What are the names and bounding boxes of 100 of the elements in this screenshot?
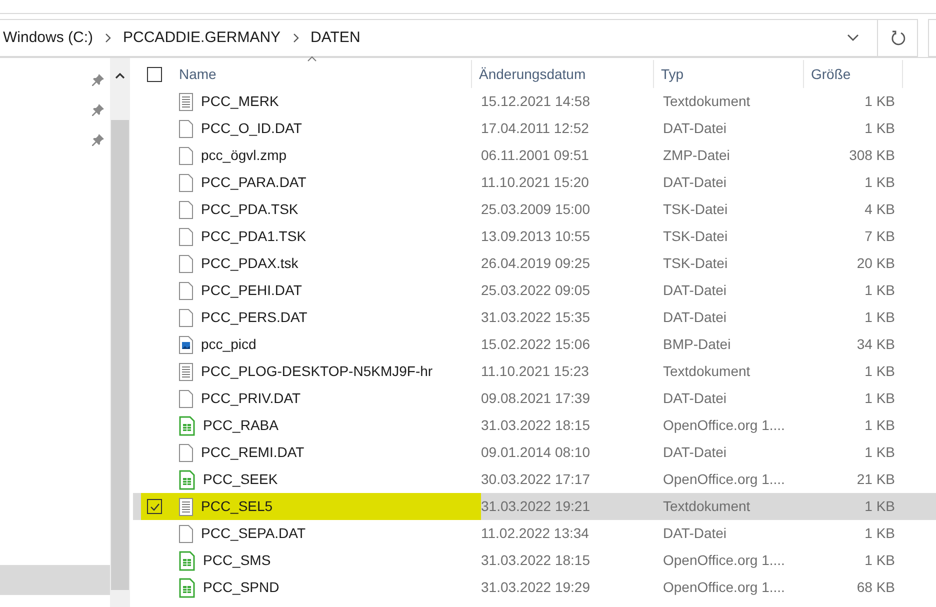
file-type: DAT-Datei bbox=[662, 524, 728, 543]
file-date: 09.01.2014 08:10 bbox=[481, 443, 591, 462]
file-date: 31.03.2022 15:35 bbox=[481, 308, 591, 327]
breadcrumb-item[interactable]: DATEN bbox=[310, 26, 360, 50]
file-row[interactable]: PCC_SMS 31.03.2022 18:15 OpenOffice.org 1.... 1 KB bbox=[133, 547, 936, 574]
file-row[interactable]: PCC_SPND 31.03.2022 19:29 OpenOffice.org 1.... 68 KB bbox=[133, 574, 936, 601]
file-row[interactable]: PCC_O_ID.DAT 17.04.2011 12:52 DAT-Datei 1 KB bbox=[133, 115, 936, 142]
file-row[interactable]: PCC_SEEK 30.03.2022 17:17 OpenOffice.org 1.... 21 KB bbox=[133, 466, 936, 493]
file-name: PCC_PARA.DAT bbox=[201, 173, 306, 192]
file-date: 31.03.2022 18:15 bbox=[481, 416, 591, 435]
pin-icon[interactable] bbox=[92, 104, 104, 116]
file-size: 1 KB bbox=[864, 308, 895, 327]
row-checkbox[interactable] bbox=[147, 499, 162, 514]
file-type: Textdokument bbox=[662, 362, 752, 381]
file-date: 25.03.2009 15:00 bbox=[481, 200, 591, 219]
file-row[interactable]: PCC_PEHI.DAT 25.03.2022 09:05 DAT-Datei 1 KB bbox=[133, 277, 936, 304]
file-size: 20 KB bbox=[856, 254, 895, 273]
file-size: 1 KB bbox=[864, 524, 895, 543]
file-name: PCC_SPND bbox=[203, 578, 280, 597]
spreadsheet-file-icon bbox=[179, 416, 195, 436]
file-date: 31.03.2022 19:29 bbox=[481, 578, 591, 597]
file-name: PCC_REMI.DAT bbox=[201, 443, 304, 462]
file-row[interactable]: PCC_PDA1.TSK 13.09.2013 10:55 TSK-Datei 7 KB bbox=[133, 223, 936, 250]
file-date: 31.03.2022 18:15 bbox=[481, 551, 591, 570]
file-row[interactable]: PCC_REMI.DAT 09.01.2014 08:10 DAT-Datei 1 KB bbox=[133, 439, 936, 466]
file-type: Textdokument bbox=[662, 92, 752, 111]
file-icon bbox=[179, 254, 193, 272]
file-name: PCC_RABA bbox=[203, 416, 278, 435]
file-size: 1 KB bbox=[864, 389, 895, 408]
sort-caret-icon[interactable] bbox=[307, 56, 317, 62]
file-name: PCC_SEEK bbox=[203, 470, 278, 489]
file-date: 11.10.2021 15:20 bbox=[481, 173, 590, 192]
file-size: 4 KB bbox=[864, 200, 895, 219]
file-icon bbox=[179, 146, 193, 164]
file-name: PCC_PDA1.TSK bbox=[201, 227, 306, 246]
file-type: DAT-Datei bbox=[662, 281, 728, 300]
file-name: PCC_O_ID.DAT bbox=[201, 119, 302, 138]
file-name: PCC_SMS bbox=[203, 551, 271, 570]
file-type: DAT-Datei bbox=[662, 119, 728, 138]
file-name: PCC_PDAX.tsk bbox=[201, 254, 298, 273]
text-file-icon bbox=[179, 92, 193, 110]
file-size: 1 KB bbox=[864, 281, 895, 300]
spreadsheet-file-icon bbox=[179, 470, 195, 490]
pin-icon[interactable] bbox=[92, 134, 104, 146]
file-date: 15.02.2022 15:06 bbox=[481, 335, 591, 354]
file-icon bbox=[179, 524, 193, 542]
file-name: PCC_PRIV.DAT bbox=[201, 389, 301, 408]
file-date: 25.03.2022 09:05 bbox=[481, 281, 591, 300]
file-type: Textdokument bbox=[662, 497, 752, 516]
file-row[interactable]: PCC_PDA.TSK 25.03.2009 15:00 TSK-Datei 4 KB bbox=[133, 196, 936, 223]
breadcrumb-item[interactable]: PCCADDIE.GERMANY bbox=[123, 26, 281, 50]
file-size: 1 KB bbox=[864, 92, 895, 111]
file-row[interactable]: PCC_PDAX.tsk 26.04.2019 09:25 TSK-Datei 20 KB bbox=[133, 250, 936, 277]
file-row[interactable]: pcc_picd 15.02.2022 15:06 BMP-Datei 34 KB bbox=[133, 331, 936, 358]
file-row[interactable]: PCC_SEL5 31.03.2022 19:21 Textdokument 1 KB bbox=[133, 493, 936, 520]
column-header[interactable]: Typ bbox=[661, 64, 684, 84]
file-row[interactable]: PCC_PARA.DAT 11.10.2021 15:20 DAT-Datei 1 KB bbox=[133, 169, 936, 196]
file-size: 308 KB bbox=[848, 146, 895, 165]
file-type: DAT-Datei bbox=[662, 389, 728, 408]
file-date: 09.08.2021 17:39 bbox=[481, 389, 591, 408]
file-icon bbox=[179, 174, 193, 192]
column-header[interactable]: Änderungsdatum bbox=[479, 64, 586, 84]
image-file-icon bbox=[179, 336, 193, 354]
file-row[interactable]: PCC_SEPA.DAT 11.02.2022 13:34 DAT-Datei 1 KB bbox=[133, 520, 936, 547]
text-file-icon bbox=[179, 498, 193, 516]
file-date: 13.09.2013 10:55 bbox=[481, 227, 591, 246]
column-header[interactable]: Name bbox=[179, 64, 216, 84]
pin-icon[interactable] bbox=[92, 74, 104, 86]
file-type: OpenOffice.org 1.... bbox=[662, 551, 786, 570]
file-icon bbox=[179, 228, 193, 246]
file-type: TSK-Datei bbox=[662, 200, 729, 219]
file-row[interactable]: PCC_RABA 31.03.2022 18:15 OpenOffice.org 1.... 1 KB bbox=[133, 412, 936, 439]
file-icon bbox=[179, 120, 193, 138]
scrollbar-thumb[interactable] bbox=[111, 120, 129, 590]
column-header[interactable]: Größe bbox=[811, 64, 851, 84]
file-name: PCC_SEPA.DAT bbox=[201, 524, 306, 543]
file-date: 26.04.2019 09:25 bbox=[481, 254, 591, 273]
refresh-icon bbox=[890, 30, 906, 46]
file-type: OpenOffice.org 1.... bbox=[662, 470, 786, 489]
file-size: 68 KB bbox=[856, 578, 895, 597]
file-name: PCC_PEHI.DAT bbox=[201, 281, 302, 300]
file-row[interactable]: PCC_PLOG-DESKTOP-N5KMJ9F-hr 11.10.2021 15:23 Textdokument 1 KB bbox=[133, 358, 936, 385]
scrollbar[interactable] bbox=[110, 58, 130, 607]
file-icon bbox=[179, 308, 193, 326]
file-size: 1 KB bbox=[864, 497, 895, 516]
spreadsheet-file-icon bbox=[179, 578, 195, 598]
file-type: DAT-Datei bbox=[662, 173, 728, 192]
file-date: 30.03.2022 17:17 bbox=[481, 470, 591, 489]
select-all-checkbox[interactable] bbox=[147, 66, 162, 82]
file-name: PCC_PDA.TSK bbox=[201, 200, 298, 219]
address-bar[interactable]: Windows (C:) PCCADDIE.GERMANY DATEN bbox=[0, 19, 918, 57]
dropdown-chevron-icon[interactable] bbox=[847, 34, 859, 42]
breadcrumb-item[interactable]: Windows (C:) bbox=[3, 26, 94, 50]
file-name: PCC_PERS.DAT bbox=[201, 308, 308, 327]
file-type: ZMP-Datei bbox=[662, 146, 731, 165]
file-row[interactable]: PCC_PERS.DAT 31.03.2022 15:35 DAT-Datei 1 KB bbox=[133, 304, 936, 331]
scroll-up-icon[interactable] bbox=[115, 72, 125, 80]
file-row[interactable]: PCC_PRIV.DAT 09.08.2021 17:39 DAT-Datei 1 KB bbox=[133, 385, 936, 412]
file-row[interactable]: pcc_ögvl.zmp 06.11.2001 09:51 ZMP-Datei 308 KB bbox=[133, 142, 936, 169]
file-row[interactable]: PCC_MERK 15.12.2021 14:58 Textdokument 1 KB bbox=[133, 88, 936, 115]
